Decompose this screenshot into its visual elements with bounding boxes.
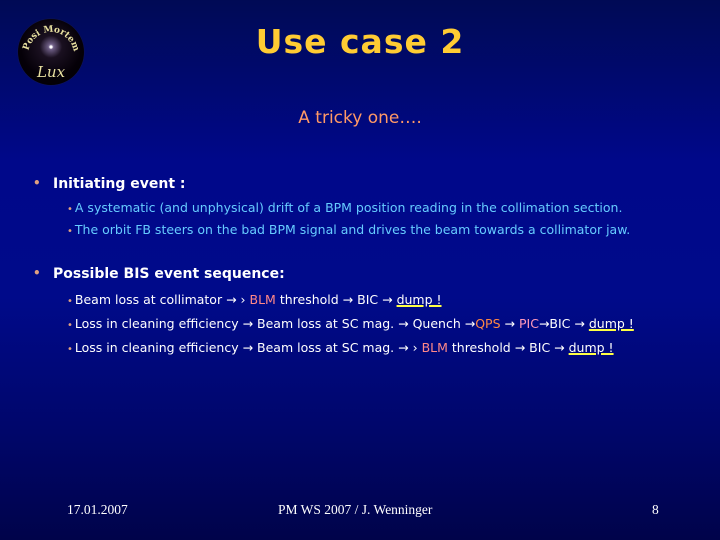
list-item: • The orbit FB steers on the bad BPM sign… xyxy=(67,222,631,237)
arrow-icon: → xyxy=(342,292,354,307)
bullet-icon: • xyxy=(67,296,73,307)
footer-page-number: 8 xyxy=(652,502,659,517)
arrow-icon: → xyxy=(574,316,585,331)
slide-subtitle: A tricky one…. xyxy=(298,108,422,128)
arrow-icon: → xyxy=(242,316,254,331)
list-item: • Loss in cleaning efficiency → Beam loss… xyxy=(67,316,634,331)
pic-label: PIC xyxy=(518,316,539,331)
bullet-icon: • xyxy=(33,266,41,280)
arrow-icon: → xyxy=(398,316,409,331)
list-item: • Beam loss at collimator → › BLM thresho… xyxy=(67,292,442,307)
qps-label: QPS xyxy=(475,316,501,331)
arrow-icon: → xyxy=(226,292,237,307)
bullet-icon: • xyxy=(67,204,73,215)
blm-label: BLM xyxy=(249,292,276,307)
arrow-icon: → xyxy=(514,340,526,355)
footer-author: PM WS 2007 / J. Wenninger xyxy=(278,502,433,517)
bullet-icon: • xyxy=(67,344,73,355)
bullet-icon: • xyxy=(33,176,41,190)
dump-label: dump ! xyxy=(396,292,442,307)
logo-bottom-text: Lux xyxy=(36,63,66,81)
arrow-icon: → xyxy=(538,316,550,331)
arrow-icon: → xyxy=(504,316,515,331)
bullet-icon: • xyxy=(67,320,73,331)
blm-label: BLM xyxy=(421,340,448,355)
arrow-icon: → xyxy=(382,292,393,307)
arrow-icon: → xyxy=(398,340,409,355)
bullet-icon: • xyxy=(67,226,73,237)
dump-label: dump ! xyxy=(568,340,614,355)
slide-title: Use case 2 xyxy=(255,22,465,61)
arrow-icon: → xyxy=(242,340,254,355)
footer-date: 17.01.2007 xyxy=(67,502,128,517)
arrow-icon: → xyxy=(554,340,565,355)
dump-label: dump ! xyxy=(588,316,634,331)
list-item: • Loss in cleaning efficiency → Beam loss… xyxy=(67,340,614,355)
list-item: • A systematic (and unphysical) drift of … xyxy=(67,200,623,215)
arrow-icon: → xyxy=(464,316,476,331)
